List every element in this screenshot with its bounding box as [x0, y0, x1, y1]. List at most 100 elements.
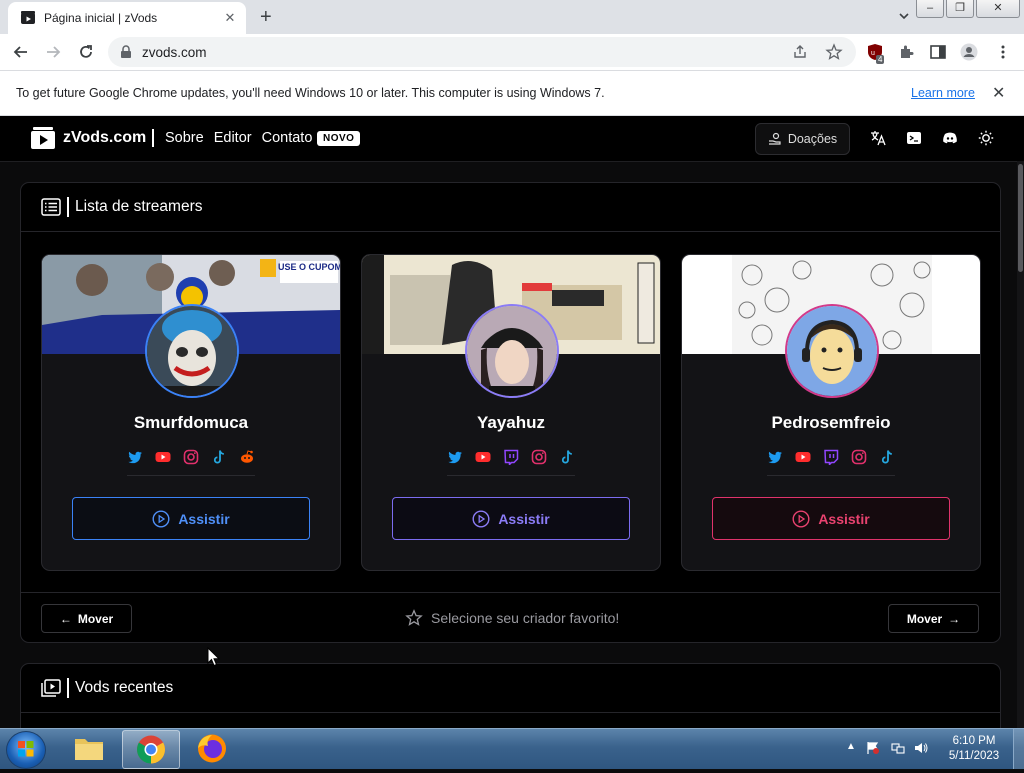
watch-button[interactable]: Assistir: [392, 497, 630, 540]
twitter-icon[interactable]: [127, 449, 143, 465]
list-icon: [41, 198, 61, 216]
reddit-icon[interactable]: [239, 449, 255, 465]
volume-icon[interactable]: [914, 741, 928, 755]
show-desktop-button[interactable]: [1013, 729, 1024, 769]
social-links: [682, 449, 980, 465]
new-tab-button[interactable]: +: [260, 7, 272, 27]
panel-title-divider: [67, 197, 69, 217]
banner-caption: USE O CUPOM: [278, 262, 340, 272]
address-bar[interactable]: zvods.com: [108, 37, 856, 67]
streamer-avatar[interactable]: [145, 304, 239, 398]
video-library-icon: [41, 679, 61, 697]
donate-button[interactable]: Doações: [755, 123, 850, 155]
tiktok-icon[interactable]: [559, 449, 575, 465]
taskbar-explorer[interactable]: [61, 730, 117, 767]
play-circle-icon: [792, 509, 810, 528]
back-arrow-icon[interactable]: [12, 43, 30, 61]
infobar-close-icon[interactable]: ✕: [992, 83, 1005, 103]
nav-link-sobre[interactable]: Sobre: [165, 130, 204, 146]
twitch-icon[interactable]: [823, 449, 839, 465]
menu-kebab-icon[interactable]: [994, 43, 1012, 61]
page-scrollbar-thumb[interactable]: [1018, 164, 1023, 272]
youtube-icon[interactable]: [155, 449, 171, 465]
streamer-avatar-image: [467, 306, 557, 396]
chrome-icon: [137, 735, 165, 764]
clock-date: 5/11/2023: [948, 750, 1000, 762]
tiktok-icon[interactable]: [879, 449, 895, 465]
browser-tab[interactable]: Página inicial | zVods ✕: [8, 2, 246, 34]
watch-label: Assistir: [178, 510, 230, 527]
site-nav-links: Sobre Editor Contato: [165, 130, 312, 146]
reload-icon[interactable]: [77, 43, 95, 61]
network-icon[interactable]: [891, 741, 905, 755]
tab-close-icon[interactable]: ✕: [222, 10, 238, 26]
prev-button[interactable]: ← Mover: [41, 604, 132, 633]
side-panel-icon[interactable]: [929, 43, 947, 61]
lock-icon[interactable]: [120, 45, 132, 59]
prev-label: Mover: [77, 611, 114, 626]
terminal-icon[interactable]: [906, 130, 922, 146]
infobar-message: To get future Google Chrome updates, you…: [16, 86, 605, 100]
streamer-avatar[interactable]: [465, 304, 559, 398]
discord-icon[interactable]: [942, 130, 958, 146]
next-button[interactable]: Mover →: [888, 604, 979, 633]
clock-time: 6:10 PM: [952, 735, 996, 747]
twitch-icon[interactable]: [503, 449, 519, 465]
taskbar-firefox[interactable]: [184, 730, 240, 767]
instagram-icon[interactable]: [851, 449, 867, 465]
donation-hand-icon: [768, 132, 781, 145]
site-navbar: zVods.com Sobre Editor Contato NOVO Doaç…: [0, 116, 1024, 162]
start-button[interactable]: [6, 731, 46, 769]
star-icon[interactable]: [405, 609, 423, 627]
bookmark-star-icon[interactable]: [825, 43, 843, 61]
watch-button[interactable]: Assistir: [712, 497, 950, 540]
profile-avatar-icon[interactable]: [960, 43, 978, 61]
learn-more-link[interactable]: Learn more: [911, 86, 975, 100]
social-divider: [447, 475, 575, 476]
social-links: [362, 449, 660, 465]
url-text: zvods.com: [142, 45, 207, 60]
restore-button[interactable]: ❐: [946, 0, 974, 18]
streamer-name[interactable]: Pedrosemfreio: [682, 413, 980, 433]
browser-tab-strip: Página inicial | zVods ✕ + – ❐ ✕: [0, 0, 1024, 34]
share-icon[interactable]: [792, 44, 808, 60]
instagram-icon[interactable]: [531, 449, 547, 465]
play-circle-icon: [472, 509, 490, 528]
close-window-button[interactable]: ✕: [976, 0, 1020, 18]
theme-sun-icon[interactable]: [978, 130, 994, 146]
youtube-icon[interactable]: [475, 449, 491, 465]
watch-button[interactable]: Assistir: [72, 497, 310, 540]
favorite-hint: Selecione seu criador favorito!: [405, 609, 619, 627]
twitter-icon[interactable]: [767, 449, 783, 465]
tray-expand-icon[interactable]: ▲: [846, 741, 856, 752]
nav-link-editor[interactable]: Editor: [214, 130, 252, 146]
folder-icon: [75, 739, 103, 760]
taskbar-chrome[interactable]: [122, 730, 180, 769]
minimize-button[interactable]: –: [916, 0, 944, 18]
tiktok-icon[interactable]: [211, 449, 227, 465]
svg-text:u: u: [871, 50, 875, 57]
twitter-icon[interactable]: [447, 449, 463, 465]
forward-arrow-icon[interactable]: [44, 43, 62, 61]
extensions-puzzle-icon[interactable]: [898, 43, 916, 61]
streamer-name[interactable]: Smurfdomuca: [42, 413, 340, 433]
streamer-avatar[interactable]: [785, 304, 879, 398]
tab-search-chevron-icon[interactable]: [897, 9, 911, 23]
site-logo-text[interactable]: zVods.com: [63, 129, 146, 147]
update-infobar: To get future Google Chrome updates, you…: [0, 71, 1024, 116]
streamer-name[interactable]: Yayahuz: [362, 413, 660, 433]
social-divider: [767, 475, 895, 476]
youtube-icon[interactable]: [795, 449, 811, 465]
windows-logo-icon: [18, 741, 34, 757]
new-badge: NOVO: [317, 131, 361, 146]
arrow-left-icon: ←: [59, 611, 72, 626]
play-circle-icon: [152, 509, 170, 528]
cartoon-avatar-image: [787, 306, 877, 396]
translate-icon[interactable]: [870, 130, 886, 146]
action-center-flag-icon[interactable]: [866, 741, 880, 755]
nav-link-contato[interactable]: Contato: [262, 130, 313, 146]
zvods-logo-icon[interactable]: [30, 126, 56, 150]
donate-label: Doações: [787, 132, 838, 146]
instagram-icon[interactable]: [183, 449, 199, 465]
taskbar-clock[interactable]: 6:10 PM 5/11/2023: [940, 734, 1008, 764]
